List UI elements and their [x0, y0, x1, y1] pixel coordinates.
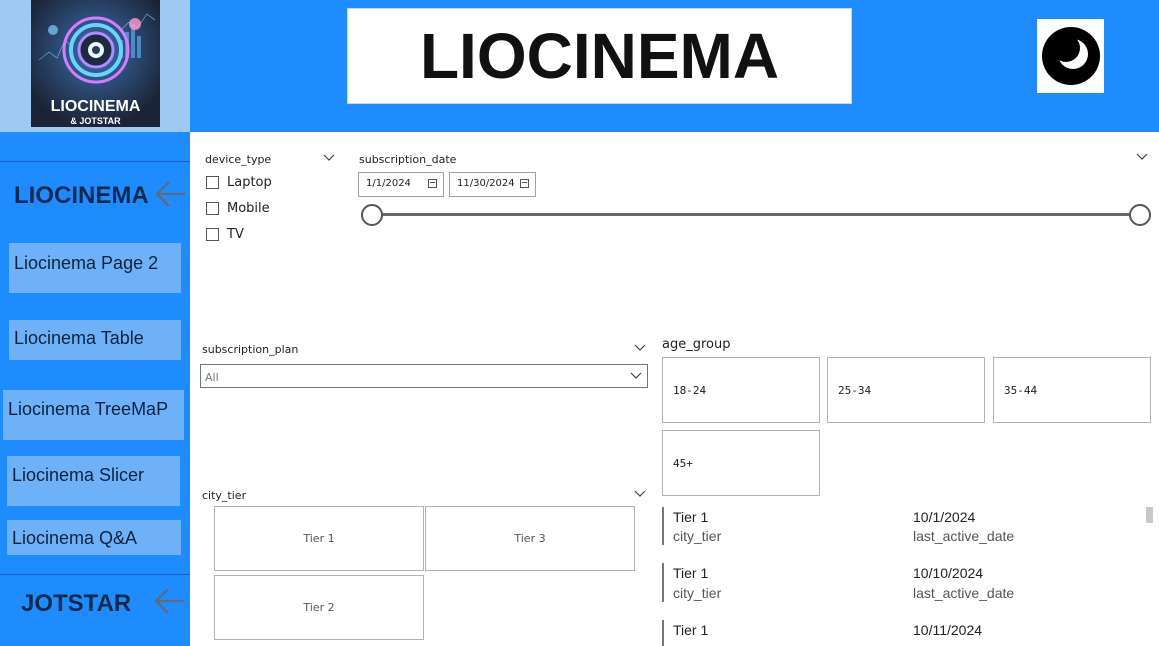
sidebar: LIOCINEMA Liocinema Page 2 Liocinema Tab…	[0, 132, 190, 646]
chevron-down-icon[interactable]	[633, 343, 647, 353]
moon-icon	[1041, 27, 1100, 85]
subscription-plan-slicer-title: subscription_plan	[202, 343, 299, 356]
sidebar-item-page-2[interactable]: Liocinema Page 2	[9, 243, 181, 293]
slider-start-handle[interactable]	[361, 204, 383, 226]
sidebar-item-table[interactable]: Liocinema Table	[9, 320, 181, 360]
start-date-value: 1/1/2024	[366, 178, 411, 189]
city-tier-slicer-title: city_tier	[202, 489, 247, 502]
logo-title: LIOCINEMA	[50, 98, 141, 115]
age-tile-45-plus[interactable]: 45+	[662, 430, 820, 496]
logo-subtitle: & JOTSTAR	[70, 116, 121, 126]
slider-end-handle[interactable]	[1129, 204, 1151, 226]
device-option-mobile[interactable]: Mobile	[206, 201, 270, 216]
sidebar-divider	[0, 161, 190, 162]
card-city-tier-value: Tier 1	[673, 509, 709, 525]
sidebar-divider	[0, 574, 190, 575]
arrow-left-icon[interactable]	[153, 179, 187, 209]
age-tile-18-24[interactable]: 18-24	[662, 357, 820, 423]
calendar-icon[interactable]	[520, 179, 529, 188]
end-date-value: 11/30/2024	[457, 178, 515, 189]
card-list-scrollbar[interactable]	[1146, 507, 1153, 523]
card-city-tier-value: Tier 1	[673, 565, 709, 581]
device-option-label: TV	[227, 227, 244, 242]
chevron-down-icon	[630, 372, 642, 379]
theme-toggle-button[interactable]	[1037, 19, 1104, 93]
card-last-active-value: 10/1/2024	[913, 509, 976, 525]
subscription-date-slicer-title: subscription_date	[359, 153, 457, 166]
chevron-down-icon[interactable]	[322, 153, 336, 163]
sidebar-heading-liocinema: LIOCINEMA	[14, 182, 149, 209]
end-date-input[interactable]: 11/30/2024	[449, 172, 536, 197]
sidebar-heading-jotstar: JOTSTAR	[21, 590, 132, 617]
start-date-input[interactable]: 1/1/2024	[358, 172, 444, 197]
calendar-icon[interactable]	[428, 179, 437, 188]
app-logo: LIOCINEMA & JOTSTAR	[31, 0, 160, 127]
age-group-slicer-title: age_group	[662, 337, 731, 352]
device-option-label: Laptop	[227, 175, 272, 190]
card-city-tier-value: Tier 1	[673, 622, 709, 638]
subscription-plan-dropdown[interactable]: All	[200, 364, 648, 388]
arrow-left-icon[interactable]	[152, 586, 186, 616]
card-city-tier-label: city_tier	[673, 528, 722, 544]
card-last-active-label: last_active_date	[913, 528, 1015, 544]
checkbox[interactable]	[206, 202, 219, 215]
age-tile-35-44[interactable]: 35-44	[993, 357, 1151, 423]
sidebar-item-qa[interactable]: Liocinema Q&A	[7, 520, 181, 555]
city-tier-tile-1[interactable]: Tier 1	[214, 506, 424, 571]
card-last-active-value: 10/10/2024	[913, 565, 984, 581]
chevron-down-icon[interactable]	[633, 489, 647, 499]
checkbox[interactable]	[206, 176, 219, 189]
card-last-active-value: 10/11/2024	[913, 622, 983, 638]
title-card: LIOCINEMA	[347, 8, 852, 104]
device-option-laptop[interactable]: Laptop	[206, 175, 272, 190]
device-type-slicer-title: device_type	[205, 153, 272, 166]
card-accent-bar	[662, 563, 664, 602]
sidebar-item-treemap[interactable]: Liocinema TreeMaP	[3, 390, 184, 440]
date-range-slider-track[interactable]	[372, 213, 1140, 216]
age-tile-25-34[interactable]: 25-34	[827, 357, 985, 423]
city-tier-tile-2[interactable]: Tier 2	[214, 575, 424, 640]
device-option-tv[interactable]: TV	[206, 227, 244, 242]
card-last-active-label: last_active_date	[913, 585, 1015, 601]
card-accent-bar	[662, 507, 664, 545]
card-city-tier-label: city_tier	[673, 585, 722, 601]
device-option-label: Mobile	[227, 201, 270, 216]
checkbox[interactable]	[206, 228, 219, 241]
dropdown-value: All	[205, 371, 219, 384]
page-title: LIOCINEMA	[419, 20, 780, 92]
card-accent-bar	[662, 620, 664, 646]
city-tier-tile-3[interactable]: Tier 3	[425, 506, 635, 571]
sidebar-item-slicer[interactable]: Liocinema Slicer	[7, 456, 180, 506]
chevron-down-icon[interactable]	[1135, 152, 1149, 162]
